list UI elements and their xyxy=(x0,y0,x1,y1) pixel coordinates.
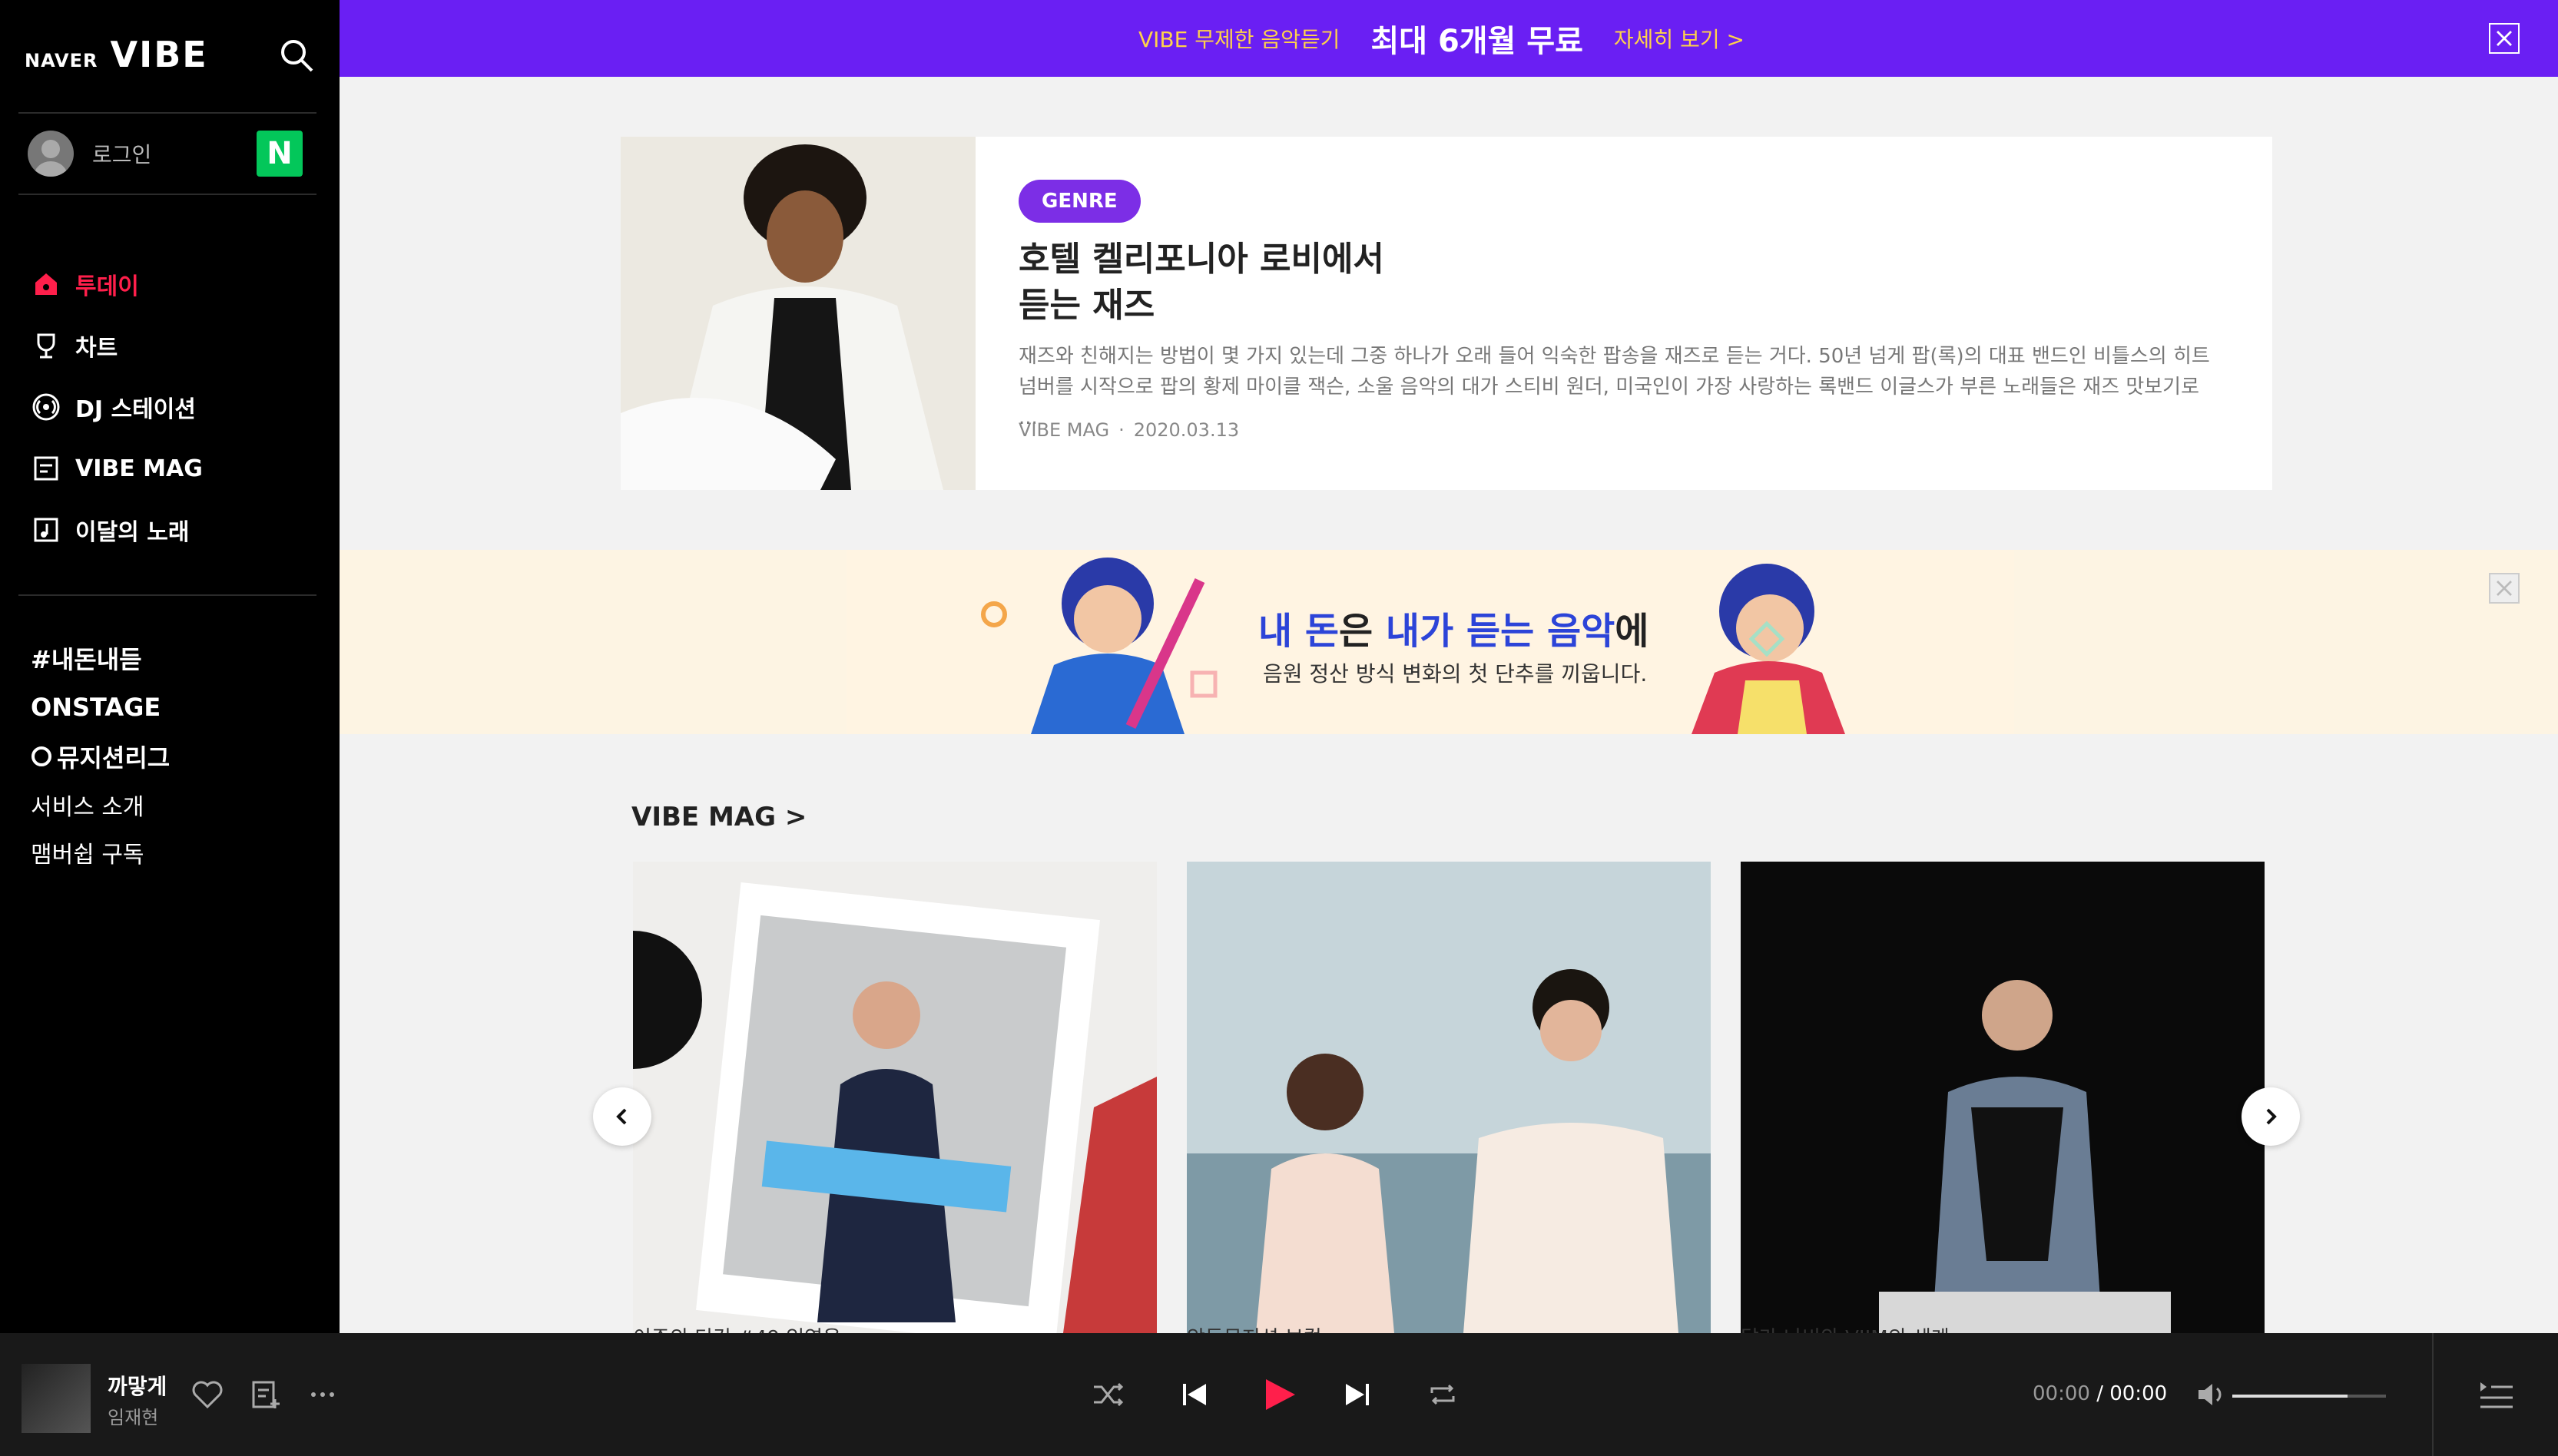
featured-article[interactable]: GENRE 호텔 켈리포니아 로비에서 듣는 재즈 재즈와 친해지는 방법이 몇… xyxy=(621,137,2272,490)
vibe-logo[interactable]: NAVER VIBE xyxy=(25,34,208,75)
close-icon[interactable] xyxy=(2489,573,2520,604)
featured-photo xyxy=(621,137,976,490)
mag-next-button[interactable] xyxy=(2242,1087,2300,1146)
time-total: / 00:00 xyxy=(2096,1382,2168,1405)
sidebar-divider xyxy=(18,194,316,195)
main-nav: 투데이 차트 DJ 스테이션 VIBE MAG 이달의 노래 xyxy=(31,253,203,561)
extra-link-musician-league[interactable]: 뮤지션리그 xyxy=(31,732,170,781)
genre-badge[interactable]: GENRE xyxy=(1019,180,1141,223)
meta-dot: · xyxy=(1118,419,1125,441)
mag-card-caption: 이주의 디깅 #49 임영웅 xyxy=(633,1322,841,1333)
close-icon[interactable] xyxy=(2489,23,2520,54)
time-current: 00:00 xyxy=(2033,1382,2090,1405)
promo-bar[interactable]: VIBE 무제한 음악듣기 최대 6개월 무료 자세히 보기 > xyxy=(340,0,2558,77)
sidebar-divider xyxy=(18,112,316,114)
next-icon[interactable] xyxy=(1335,1373,1378,1416)
service-intro-link[interactable]: 서비스 소개 xyxy=(31,781,170,829)
mag-prev-button[interactable] xyxy=(593,1087,651,1146)
more-icon[interactable] xyxy=(301,1373,344,1416)
mag-card[interactable]: 악동뮤지션 보컬 xyxy=(1187,862,1711,1333)
nav-item-chart[interactable]: 차트 xyxy=(31,315,203,376)
nav-label: VIBE MAG xyxy=(75,455,203,482)
banner-title: 내 돈은 내가 듣는 음악에 xyxy=(1258,601,1648,654)
banner-title-part: 내 돈 xyxy=(1258,610,1340,653)
vibe-mag-heading[interactable]: VIBE MAG > xyxy=(631,802,807,832)
player-track-title[interactable]: 까맣게 xyxy=(108,1370,167,1401)
playlist-icon xyxy=(2480,1382,2513,1408)
banner-title-part: 에 xyxy=(1615,610,1649,653)
volume-fill xyxy=(2232,1395,2348,1398)
promo-content: VIBE 무제한 음악듣기 최대 6개월 무료 자세히 보기 > xyxy=(1138,0,1745,77)
radio-icon xyxy=(32,393,60,421)
campaign-banner[interactable]: 내 돈은 내가 듣는 음악에 음원 정산 방식 변화의 첫 단추를 끼웁니다. xyxy=(340,550,2558,734)
volume-slider[interactable] xyxy=(2232,1395,2386,1398)
banner-subtitle: 음원 정산 방식 변화의 첫 단추를 끼웁니다. xyxy=(1263,661,1648,687)
nav-label: 투데이 xyxy=(75,273,139,300)
banner-title-part: 내가 듣는 음악 xyxy=(1385,610,1615,653)
shuffle-icon[interactable] xyxy=(1086,1373,1129,1416)
nav-label: DJ 스테이션 xyxy=(75,396,196,423)
play-icon[interactable] xyxy=(1257,1373,1300,1416)
nav-label: 이달의 노래 xyxy=(75,519,190,546)
nav-item-song-of-month[interactable]: 이달의 노래 xyxy=(31,499,203,561)
repeat-icon[interactable] xyxy=(1421,1373,1464,1416)
player-bar: 까맣게 임재현 00:00 / 00:00 xyxy=(0,1333,2558,1456)
home-icon xyxy=(35,273,57,295)
nav-item-vibe-mag[interactable]: VIBE MAG xyxy=(31,438,203,499)
heart-icon[interactable] xyxy=(186,1373,229,1416)
logo-naver-text: NAVER xyxy=(25,50,98,71)
note-icon xyxy=(34,518,58,542)
player-album-art[interactable] xyxy=(22,1364,91,1433)
avatar xyxy=(28,131,74,177)
login-label: 로그인 xyxy=(92,142,152,167)
featured-source: VIBE MAG xyxy=(1019,419,1110,441)
sidebar-divider xyxy=(18,594,316,596)
extra-link-onstage[interactable]: ONSTAGE xyxy=(31,683,170,732)
circle-icon xyxy=(31,746,51,766)
login-button[interactable]: 로그인 xyxy=(28,131,151,177)
player-time: 00:00 / 00:00 xyxy=(2033,1382,2167,1405)
logo-vibe-text: VIBE xyxy=(110,34,208,75)
player-artist[interactable]: 임재현 xyxy=(108,1402,158,1429)
mag-card-image xyxy=(1187,862,1711,1333)
mag-card-image xyxy=(1741,862,2265,1333)
banner-title-part: 은 xyxy=(1339,610,1386,653)
volume-icon[interactable] xyxy=(2189,1373,2232,1416)
playlist-toggle[interactable] xyxy=(2432,1333,2558,1456)
promo-detail-link[interactable]: 자세히 보기 > xyxy=(1614,23,1745,54)
nav-label: 차트 xyxy=(75,335,118,362)
nav-item-dj-station[interactable]: DJ 스테이션 xyxy=(31,376,203,438)
mag-card-image xyxy=(633,862,1157,1333)
membership-link[interactable]: 맴버쉽 구독 xyxy=(31,829,170,876)
chevron-right-icon xyxy=(2266,1108,2277,1125)
trophy-icon xyxy=(37,333,55,359)
featured-meta: VIBE MAG · 2020.03.13 xyxy=(1019,419,1239,441)
featured-image[interactable] xyxy=(621,137,976,490)
promo-main-text: 최대 6개월 무료 xyxy=(1370,24,1583,59)
mag-card[interactable]: 달라 나비와 VIIM의 세계 xyxy=(1741,862,2265,1333)
sidebar: NAVER VIBE 로그인 N 투데이 차트 DJ 스테이션 VIBE MAG xyxy=(0,0,340,1333)
magazine-icon xyxy=(34,456,58,481)
mag-card-caption: 달라 나비와 VIIM의 세계 xyxy=(1741,1322,1950,1333)
promo-left-text: VIBE 무제한 음악듣기 xyxy=(1138,27,1340,52)
search-icon[interactable] xyxy=(278,37,315,74)
sidebar-extras: #내돈내듣 ONSTAGE 뮤지션리그 서비스 소개 맴버쉽 구독 xyxy=(31,634,170,876)
previous-icon[interactable] xyxy=(1174,1373,1217,1416)
chevron-left-icon xyxy=(616,1108,627,1125)
featured-date: 2020.03.13 xyxy=(1133,419,1240,441)
add-to-playlist-icon[interactable] xyxy=(244,1373,287,1416)
extra-label: 뮤지션리그 xyxy=(57,743,171,773)
extra-link-nae-don-nae-deut[interactable]: #내돈내듣 xyxy=(31,634,170,683)
naver-login-button[interactable]: N xyxy=(257,131,303,177)
mag-card[interactable]: 이주의 디깅 #49 임영웅 xyxy=(633,862,1157,1333)
mag-card-caption: 악동뮤지션 보컬 xyxy=(1187,1322,1322,1333)
featured-title[interactable]: 호텔 켈리포니아 로비에서 듣는 재즈 xyxy=(1019,237,1556,329)
nav-item-today[interactable]: 투데이 xyxy=(31,253,203,315)
